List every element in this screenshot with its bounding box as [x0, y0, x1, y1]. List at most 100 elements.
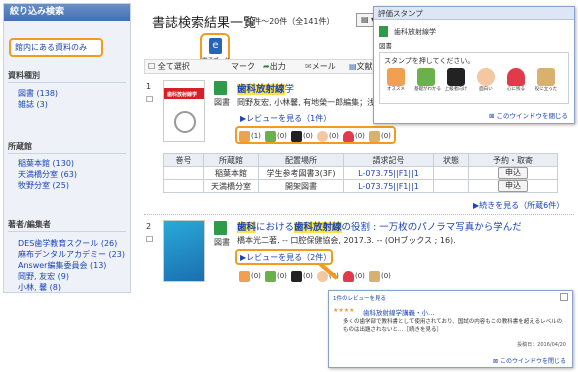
filter-link-journal[interactable]: 雑誌 (3): [18, 99, 48, 110]
leaf-icon: [265, 270, 276, 282]
stamp-count: (0): [303, 132, 313, 140]
result-number: 2: [146, 222, 152, 231]
mail-icon: ✉: [305, 62, 312, 71]
reserve-cell: 申込: [468, 166, 558, 180]
stamp-recommend[interactable]: (1): [239, 130, 261, 142]
reserve-button[interactable]: 申込: [498, 167, 528, 179]
stamp-memorable[interactable]: (0): [343, 270, 365, 282]
close-icon: ⊠: [493, 358, 500, 365]
close-window-link[interactable]: ⊠ このウインドウを閉じる: [493, 356, 566, 365]
call-number-link[interactable]: L-073.75||F1||1: [343, 166, 434, 180]
filter-link-location[interactable]: 牧野分室 (25): [18, 180, 69, 191]
stamp-label: 役に立った: [534, 87, 558, 92]
review-popup: 1件のレビューを見る ★★★★ 歯科放射線学講義・小… 多くの歯学部で教科書とし…: [328, 290, 573, 368]
stamp-option[interactable]: 上級者向け: [444, 68, 468, 100]
stamp-prompt: スタンプを押してください。: [384, 57, 475, 65]
book-icon: [214, 221, 227, 235]
call-number-link[interactable]: L-073.75||F1||1: [343, 179, 434, 193]
title-highlight: 歯科放射線: [294, 222, 342, 233]
stamp-count: (0): [381, 132, 391, 140]
filter-link-author[interactable]: 麻布デンタルアカデミー (23): [18, 249, 125, 260]
divider: [8, 82, 126, 83]
result-checkbox[interactable]: ☐: [146, 95, 153, 104]
review-link[interactable]: ▶レビューを見る（1件）: [240, 113, 331, 124]
filter-link-location[interactable]: 稲葉本館 (130): [18, 158, 74, 169]
stamp-option[interactable]: 基礎がわかる: [414, 68, 441, 100]
filter-link-author[interactable]: 岡野, 友宏 (9): [18, 271, 69, 282]
review-count-link[interactable]: 1件のレビューを見る: [333, 294, 386, 302]
in-library-filter-link[interactable]: 館内にある資料のみ: [9, 38, 103, 57]
output-button[interactable]: ➦出力: [263, 60, 286, 73]
cover-title: 歯科放射線学: [167, 92, 198, 98]
bibtex-button[interactable]: ▤文献: [349, 60, 373, 73]
stamp-basics[interactable]: (0): [265, 270, 287, 282]
column-header: 状態: [433, 153, 469, 167]
stamp-count: (0): [355, 132, 365, 140]
table-row: 天満橋分室 開架図書 L-073.75||F1||1 申込: [163, 179, 558, 193]
book-icon: [369, 270, 380, 282]
review-link[interactable]: ▶レビューを見る（2件）: [240, 252, 331, 263]
divider: [8, 231, 126, 232]
stamp-fun[interactable]: (0): [317, 130, 339, 142]
stamp-count: (0): [355, 272, 365, 280]
ebook-icon: e: [209, 38, 222, 54]
book-cover-image[interactable]: 歯科放射線学: [163, 80, 205, 142]
thumbs-up-icon: [387, 68, 405, 86]
stamp-count: (0): [303, 272, 313, 280]
stamp-recommend[interactable]: (0): [239, 270, 261, 282]
cap-icon: [447, 68, 465, 86]
cap-icon: [291, 270, 302, 282]
filter-link-book[interactable]: 図書 (138): [18, 88, 58, 99]
more-holdings-link[interactable]: ▶続きを見る（所蔵6件）: [473, 200, 564, 211]
result-checkbox[interactable]: ☐: [146, 235, 153, 244]
filter-link-author[interactable]: DES歯学教育スクール (26): [18, 238, 117, 249]
stamp-option[interactable]: 面白い: [474, 68, 498, 100]
table-row: 稲葉本館 学生参考図書3(3F) L-073.75||F1||1 申込: [163, 166, 558, 180]
stamp-useful[interactable]: (0): [369, 130, 391, 142]
title-suffix: 学: [284, 84, 295, 95]
stamp-label: 面白い: [479, 87, 493, 92]
close-icon[interactable]: [560, 293, 568, 301]
result-title-link[interactable]: 歯科放射線学: [237, 81, 294, 95]
stamp-count: (1): [251, 132, 261, 140]
stamp-useful[interactable]: (0): [369, 270, 391, 282]
library-cell: 稲葉本館: [203, 166, 259, 180]
stamp-basics[interactable]: (0): [265, 130, 287, 142]
filter-link-location[interactable]: 天満橋分室 (63): [18, 169, 77, 180]
face-icon: [317, 130, 328, 142]
reserve-cell: 申込: [468, 179, 558, 193]
review-body: 多くの歯学部で教科書として使用されており、国試の内容もこの教科書を超えるレベルの…: [343, 319, 563, 333]
author-heading: 著者/編集者: [8, 220, 51, 229]
stamp-option[interactable]: 心に残る: [504, 68, 528, 100]
stamp-option[interactable]: 役に立った: [534, 68, 558, 100]
location-cell: 開架図書: [258, 179, 344, 193]
stamp-advanced[interactable]: (0): [291, 270, 313, 282]
result-title-link[interactable]: 歯科における歯科放射線の役割 : 一万枚のパノラマ写真から学んだ: [237, 219, 522, 233]
output-icon: ➦: [263, 62, 270, 71]
stamp-advanced[interactable]: (0): [291, 130, 313, 142]
book-cover-image[interactable]: [163, 220, 205, 282]
library-cell: 天満橋分室: [203, 179, 259, 193]
stamp-option[interactable]: オススメ: [384, 68, 408, 100]
holdings-table: 巻号 所蔵館 配置場所 請求記号 状態 予約・取寄 稲葉本館 学生参考図書3(3…: [163, 153, 558, 193]
title-highlight: 歯科放射線: [237, 84, 285, 95]
filter-sidebar: 絞り込み検索 館内にある資料のみ 資料種別 図書 (138) 雑誌 (3) 所蔵…: [3, 3, 131, 293]
reserve-button[interactable]: 申込: [498, 180, 528, 192]
sidebar-header: 絞り込み検索: [4, 4, 130, 21]
heart-icon: [507, 68, 525, 86]
cover-graphic: [174, 111, 196, 133]
stamp-count: (0): [277, 132, 287, 140]
close-window-link[interactable]: ⊠ このウインドウを閉じる: [489, 110, 568, 120]
stamp-label: 上級者向け: [444, 87, 468, 92]
review-title-link[interactable]: 歯科放射線学講義・小…: [363, 307, 435, 317]
material-type: 図書: [214, 98, 230, 107]
title-mid: における: [256, 222, 295, 233]
stamp-memorable[interactable]: (0): [343, 130, 365, 142]
filter-link-author[interactable]: Answer編集委員会 (13): [18, 260, 106, 271]
select-all-checkbox[interactable]: ☐ 全て選択: [148, 60, 190, 73]
mark-button[interactable]: マーク: [231, 60, 255, 73]
mail-button[interactable]: ✉メール: [305, 60, 336, 73]
filter-link-author[interactable]: 小林, 馨 (8): [18, 282, 61, 293]
heart-icon: [343, 130, 354, 142]
result-number: 1: [146, 82, 152, 91]
